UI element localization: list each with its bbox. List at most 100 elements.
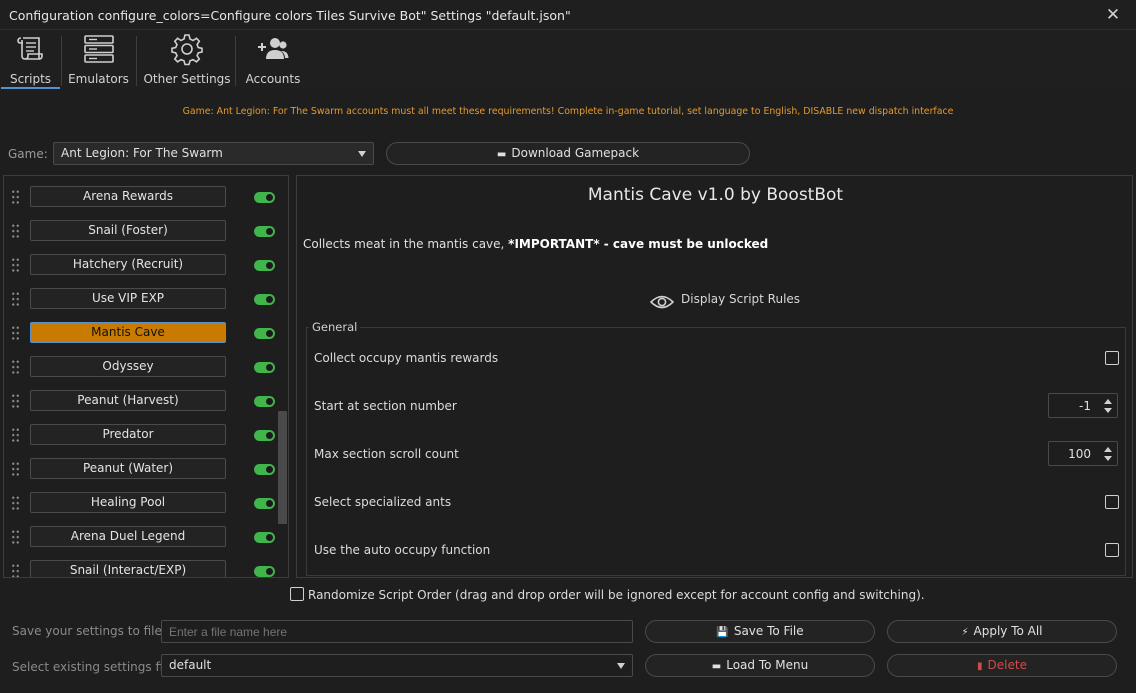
drag-handle-icon[interactable] — [11, 393, 20, 409]
list-item: Mantis Cave — [4, 318, 275, 348]
script-button[interactable]: Snail (Foster) — [30, 220, 226, 241]
group-title: General — [309, 320, 361, 334]
drag-handle-icon[interactable] — [11, 325, 20, 341]
delete-button[interactable]: ▮ Delete — [887, 654, 1117, 677]
drag-handle-icon[interactable] — [11, 257, 20, 273]
game-select[interactable]: Ant Legion: For The Swarm — [53, 142, 374, 165]
script-title: Mantis Cave v1.0 by BoostBot — [587, 185, 844, 205]
server-icon — [83, 35, 114, 63]
drag-handle-icon[interactable] — [11, 427, 20, 443]
stepper-up-icon[interactable] — [1104, 447, 1112, 452]
option-label: Collect occupy mantis rewards — [314, 351, 499, 365]
save-to-file-button[interactable]: 💾 Save To File — [645, 620, 875, 643]
chevron-down-icon — [358, 151, 366, 157]
stepper-up-icon[interactable] — [1104, 399, 1112, 404]
gear-icon — [171, 34, 203, 66]
script-toggle[interactable] — [254, 498, 275, 509]
save-icon: 💾 — [716, 627, 729, 638]
scroll-icon — [16, 37, 43, 60]
eye-icon[interactable] — [649, 293, 675, 311]
option-label: Use the auto occupy function — [314, 543, 491, 557]
script-toggle[interactable] — [254, 566, 275, 577]
drag-handle-icon[interactable] — [11, 223, 20, 239]
script-toggle[interactable] — [254, 430, 275, 441]
drag-handle-icon[interactable] — [11, 359, 20, 375]
list-item: Arena Rewards — [4, 182, 275, 212]
tab-emulators[interactable]: Emulators — [64, 30, 133, 89]
load-to-menu-button[interactable]: ▬ Load To Menu — [645, 654, 875, 677]
stepper-value: -1 — [1079, 399, 1091, 413]
drag-handle-icon[interactable] — [11, 189, 20, 205]
settings-file-select[interactable]: default — [161, 654, 633, 677]
list-item: Healing Pool — [4, 488, 275, 518]
settings-file-value: default — [169, 658, 212, 672]
script-description: Collects meat in the mantis cave, *IMPOR… — [303, 237, 768, 251]
save-to-file-label: Save To File — [733, 624, 804, 638]
collect-occupy-rewards-checkbox[interactable] — [1105, 351, 1119, 365]
script-detail-panel: Mantis Cave v1.0 by BoostBot Collects me… — [296, 175, 1133, 578]
tab-other-settings[interactable]: Other Settings — [143, 30, 231, 89]
script-button[interactable]: Snail (Interact/EXP) — [30, 560, 226, 577]
download-gamepack-button[interactable]: ▬ Download Gamepack — [386, 142, 750, 165]
close-button[interactable]: ✕ — [1100, 3, 1126, 27]
start-section-stepper[interactable]: -1 — [1048, 393, 1118, 418]
filename-input[interactable] — [161, 620, 633, 643]
stepper-down-icon[interactable] — [1104, 456, 1112, 461]
script-button-selected[interactable]: Mantis Cave — [30, 322, 226, 343]
specialized-ants-checkbox[interactable] — [1105, 495, 1119, 509]
auto-occupy-checkbox[interactable] — [1105, 543, 1119, 557]
toolbar-divider — [136, 36, 137, 86]
script-button[interactable]: Peanut (Water) — [30, 458, 226, 479]
script-button[interactable]: Hatchery (Recruit) — [30, 254, 226, 275]
script-toggle[interactable] — [254, 260, 275, 271]
delete-label: Delete — [987, 658, 1027, 672]
script-toggle[interactable] — [254, 362, 275, 373]
drag-handle-icon[interactable] — [11, 291, 20, 307]
apply-to-all-label: Apply To All — [973, 624, 1043, 638]
script-toggle[interactable] — [254, 396, 275, 407]
script-toggle[interactable] — [254, 294, 275, 305]
list-item: Peanut (Harvest) — [4, 386, 275, 416]
randomize-order-checkbox[interactable] — [290, 587, 304, 601]
stepper-down-icon[interactable] — [1104, 408, 1112, 413]
script-button[interactable]: Arena Rewards — [30, 186, 226, 207]
script-toggle[interactable] — [254, 532, 275, 543]
script-button[interactable]: Peanut (Harvest) — [30, 390, 226, 411]
script-button[interactable]: Arena Duel Legend — [30, 526, 226, 547]
list-item: Peanut (Water) — [4, 454, 275, 484]
stepper-value: 100 — [1068, 447, 1091, 461]
max-scroll-count-stepper[interactable]: 100 — [1048, 441, 1118, 466]
script-toggle[interactable] — [254, 464, 275, 475]
drag-handle-icon[interactable] — [11, 529, 20, 545]
scrollbar-thumb[interactable] — [278, 411, 287, 524]
list-item: Hatchery (Recruit) — [4, 250, 275, 280]
drag-handle-icon[interactable] — [11, 495, 20, 511]
script-list: Arena Rewards Snail (Foster) Hatchery (R… — [3, 175, 289, 578]
select-settings-label: Select existing settings file — [12, 660, 174, 674]
chevron-down-icon — [617, 663, 625, 669]
apply-to-all-button[interactable]: ⚡ Apply To All — [887, 620, 1117, 643]
folder-icon: ▬ — [711, 661, 722, 672]
script-button[interactable]: Odyssey — [30, 356, 226, 377]
download-gamepack-label: Download Gamepack — [511, 146, 640, 160]
drag-handle-icon[interactable] — [11, 461, 20, 477]
close-icon: ✕ — [1105, 5, 1121, 25]
tab-scripts[interactable]: Scripts — [1, 30, 60, 89]
list-item: Arena Duel Legend — [4, 522, 275, 552]
script-button[interactable]: Use VIP EXP — [30, 288, 226, 309]
tab-scripts-label: Scripts — [9, 72, 52, 86]
script-toggle[interactable] — [254, 226, 275, 237]
window-title: Configuration configure_colors=Configure… — [9, 8, 571, 23]
script-button[interactable]: Predator — [30, 424, 226, 445]
tab-other-settings-label: Other Settings — [143, 72, 231, 86]
game-requirements-notice: Game: Ant Legion: For The Swarm accounts… — [182, 106, 954, 117]
script-toggle[interactable] — [254, 328, 275, 339]
display-script-rules-link[interactable]: Display Script Rules — [681, 292, 800, 306]
script-button[interactable]: Healing Pool — [30, 492, 226, 513]
script-toggle[interactable] — [254, 192, 275, 203]
drag-handle-icon[interactable] — [11, 563, 20, 577]
tab-accounts-label: Accounts — [245, 72, 301, 86]
trash-icon: ▮ — [977, 661, 983, 672]
option-label: Max section scroll count — [314, 447, 459, 461]
tab-accounts[interactable]: Accounts — [243, 30, 303, 89]
